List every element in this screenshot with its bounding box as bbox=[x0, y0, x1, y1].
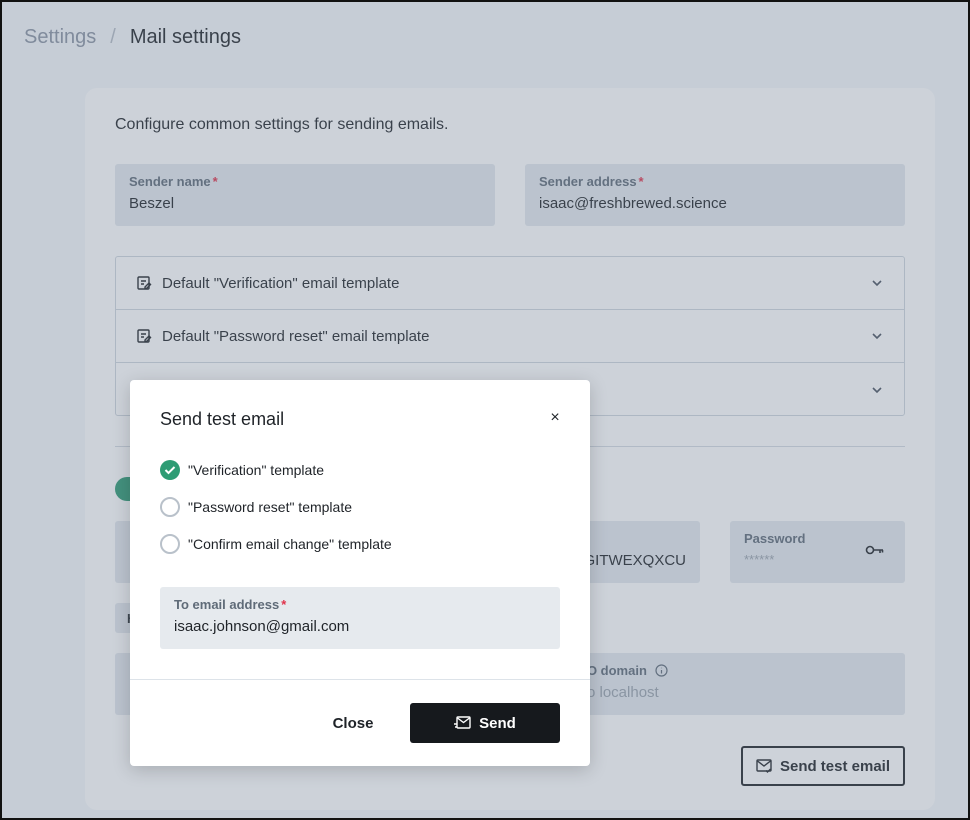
option-label: "Confirm email change" template bbox=[188, 536, 392, 552]
modal-footer-divider bbox=[130, 679, 590, 680]
app-window: Settings / Mail settings Configure commo… bbox=[0, 0, 970, 820]
radio-unchecked-icon[interactable] bbox=[160, 497, 180, 517]
close-button[interactable]: Close bbox=[314, 703, 392, 743]
radio-unchecked-icon[interactable] bbox=[160, 534, 180, 554]
option-confirm-email-change[interactable]: "Confirm email change" template bbox=[160, 534, 392, 554]
send-mail-icon bbox=[454, 716, 471, 729]
option-verification[interactable]: "Verification" template bbox=[160, 460, 324, 480]
send-test-email-modal: Send test email × "Verification" templat… bbox=[130, 380, 590, 766]
send-label: Send bbox=[479, 714, 516, 732]
to-email-value: isaac.johnson@gmail.com bbox=[174, 618, 350, 635]
send-button[interactable]: Send bbox=[410, 703, 560, 743]
radio-checked-icon[interactable] bbox=[160, 460, 180, 480]
to-email-label: To email address * bbox=[174, 597, 287, 612]
to-email-field[interactable]: To email address * isaac.johnson@gmail.co… bbox=[160, 587, 560, 649]
option-label: "Verification" template bbox=[188, 462, 325, 478]
option-label: "Password reset" template bbox=[188, 499, 353, 515]
modal-title: Send test email bbox=[160, 409, 285, 429]
close-icon[interactable]: × bbox=[547, 409, 563, 426]
option-password-reset[interactable]: "Password reset" template bbox=[160, 497, 352, 517]
